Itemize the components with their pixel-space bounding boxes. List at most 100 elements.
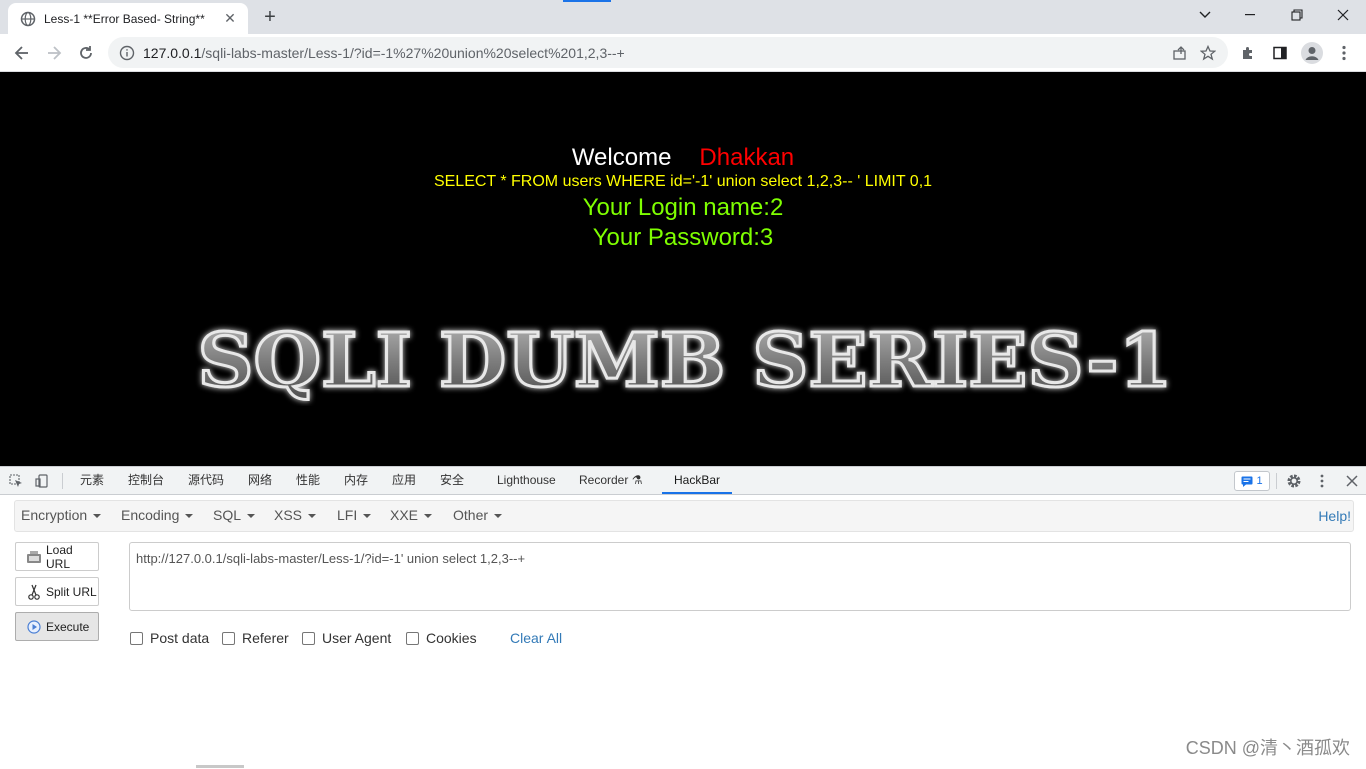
menu-encoding[interactable]: Encoding (121, 507, 194, 523)
checkbox-label: Post data (150, 630, 210, 646)
load-url-button[interactable]: Load URL (15, 542, 99, 571)
menu-label: LFI (337, 507, 358, 523)
checkbox-label: Referer (242, 630, 289, 646)
menu-xss[interactable]: XSS (274, 507, 317, 523)
devtools-tab-bar: 元素 控制台 源代码 网络 性能 内存 应用 安全 Lighthouse Rec… (0, 467, 1366, 495)
back-button[interactable] (8, 39, 36, 67)
bookmark-star-icon[interactable] (1194, 39, 1222, 67)
checkbox-box[interactable] (302, 631, 315, 645)
menu-label: SQL (213, 507, 242, 523)
issues-count: 1 (1256, 475, 1263, 487)
welcome-text: Welcome (571, 144, 672, 171)
menu-label: Encryption (21, 507, 88, 523)
toolbar-divider (62, 473, 63, 489)
menu-lfi[interactable]: LFI (337, 507, 372, 523)
login-name-text: Your Login name:2 (582, 194, 784, 221)
tab-elements[interactable]: 元素 (80, 467, 104, 494)
post-data-checkbox[interactable]: Post data (130, 630, 209, 646)
inspect-element-icon[interactable] (6, 471, 26, 491)
close-tab-icon[interactable]: ✕ (220, 9, 240, 29)
checkbox-box[interactable] (222, 631, 235, 645)
reload-button[interactable] (72, 39, 100, 67)
tab-application[interactable]: 应用 (392, 467, 416, 494)
tab-network[interactable]: 网络 (248, 467, 272, 494)
referer-checkbox[interactable]: Referer (222, 630, 289, 646)
split-url-button[interactable]: Split URL (15, 577, 99, 606)
tab-lighthouse[interactable]: Lighthouse (497, 467, 556, 494)
menu-sql[interactable]: SQL (213, 507, 256, 523)
minimize-button[interactable] (1228, 0, 1274, 30)
extensions-icon[interactable] (1234, 39, 1262, 67)
load-url-label: Load URL (46, 542, 73, 571)
share-icon[interactable] (1166, 39, 1194, 67)
caret-down-icon (185, 514, 194, 519)
browser-menu-icon[interactable] (1330, 39, 1358, 67)
menu-encryption[interactable]: Encryption (21, 507, 102, 523)
browser-tab[interactable]: Less-1 **Error Based- String** ✕ (8, 3, 248, 34)
menu-xxe[interactable]: XXE (390, 507, 433, 523)
address-bar[interactable]: 127.0.0.1/sqli-labs-master/Less-1/?id=-1… (108, 37, 1228, 68)
tab-title: Less-1 **Error Based- String** (44, 11, 205, 26)
tab-strip-indicator (563, 0, 611, 2)
toolbar-divider (1276, 473, 1277, 489)
tab-performance[interactable]: 性能 (296, 467, 320, 494)
hackbar-menu-bar: Encryption Encoding SQL XSS LFI XXE Othe… (14, 500, 1354, 532)
forward-button[interactable] (40, 39, 68, 67)
sqli-dumb-series-banner: SQLI DUMB SERIES-1 (196, 317, 1174, 406)
help-link[interactable]: Help! (1318, 508, 1351, 524)
menu-label: XXE (390, 507, 419, 523)
execute-label: Execute (46, 619, 90, 634)
username-text: Dhakkan (699, 144, 795, 171)
profile-avatar-icon[interactable] (1298, 39, 1326, 67)
tab-memory[interactable]: 内存 (344, 467, 368, 494)
play-icon (26, 619, 42, 635)
execute-button[interactable]: Execute (15, 612, 99, 641)
flask-icon: ⚗ (631, 473, 643, 487)
url-host: 127.0.0.1 (143, 44, 202, 61)
settings-gear-icon[interactable] (1284, 471, 1304, 491)
checkbox-box[interactable] (130, 631, 143, 645)
sql-query-text: SELECT * FROM users WHERE id='-1' union … (433, 173, 933, 190)
load-url-icon (26, 549, 42, 565)
close-devtools-icon[interactable] (1342, 471, 1362, 491)
split-url-label: Split URL (46, 584, 97, 599)
message-icon (1241, 476, 1253, 487)
tab-hackbar[interactable]: HackBar (662, 467, 733, 494)
clear-all-link[interactable]: Clear All (510, 630, 562, 646)
welcome-line: Welcome Dhakkan (0, 144, 1366, 172)
devtools-panel: 元素 控制台 源代码 网络 性能 内存 应用 安全 Lighthouse Rec… (0, 466, 1366, 769)
devtools-menu-icon[interactable] (1312, 471, 1332, 491)
issues-badge[interactable]: 1 (1234, 471, 1270, 491)
scissors-icon (26, 584, 42, 600)
new-tab-button[interactable]: + (258, 6, 282, 30)
tab-strip: Less-1 **Error Based- String** ✕ + (0, 0, 1366, 34)
checkbox-label: Cookies (426, 630, 477, 646)
tab-recorder[interactable]: Recorder ⚗ (579, 467, 642, 494)
tab-search-icon[interactable] (1182, 0, 1228, 30)
tab-recorder-label: Recorder (579, 473, 629, 487)
tab-console[interactable]: 控制台 (128, 467, 164, 494)
tab-sources[interactable]: 源代码 (188, 467, 224, 494)
checkbox-box[interactable] (406, 631, 419, 645)
user-agent-checkbox[interactable]: User Agent (302, 630, 391, 646)
globe-icon (20, 11, 36, 27)
url-text: 127.0.0.1/sqli-labs-master/Less-1/?id=-1… (143, 45, 1166, 61)
caret-down-icon (424, 514, 433, 519)
close-window-button[interactable] (1320, 0, 1366, 30)
menu-label: Encoding (121, 507, 180, 523)
csdn-watermark: CSDN @清丶酒孤欢 (1185, 738, 1350, 758)
browser-toolbar: 127.0.0.1/sqli-labs-master/Less-1/?id=-1… (0, 34, 1366, 72)
tab-security[interactable]: 安全 (440, 467, 464, 494)
cookies-checkbox[interactable]: Cookies (406, 630, 477, 646)
url-path: /sqli-labs-master/Less-1/?id=-1%27%20uni… (201, 44, 625, 61)
site-info-icon[interactable] (119, 45, 135, 61)
url-textarea[interactable]: http://127.0.0.1/sqli-labs-master/Less-1… (129, 542, 1351, 611)
caret-down-icon (308, 514, 317, 519)
restore-button[interactable] (1274, 0, 1320, 30)
checkbox-label: User Agent (322, 630, 392, 646)
page-content: Welcome Dhakkan SELECT * FROM users WHERE… (0, 72, 1366, 466)
caret-down-icon (363, 514, 372, 519)
device-toolbar-icon[interactable] (32, 471, 52, 491)
menu-other[interactable]: Other (453, 507, 503, 523)
side-panel-icon[interactable] (1266, 39, 1294, 67)
